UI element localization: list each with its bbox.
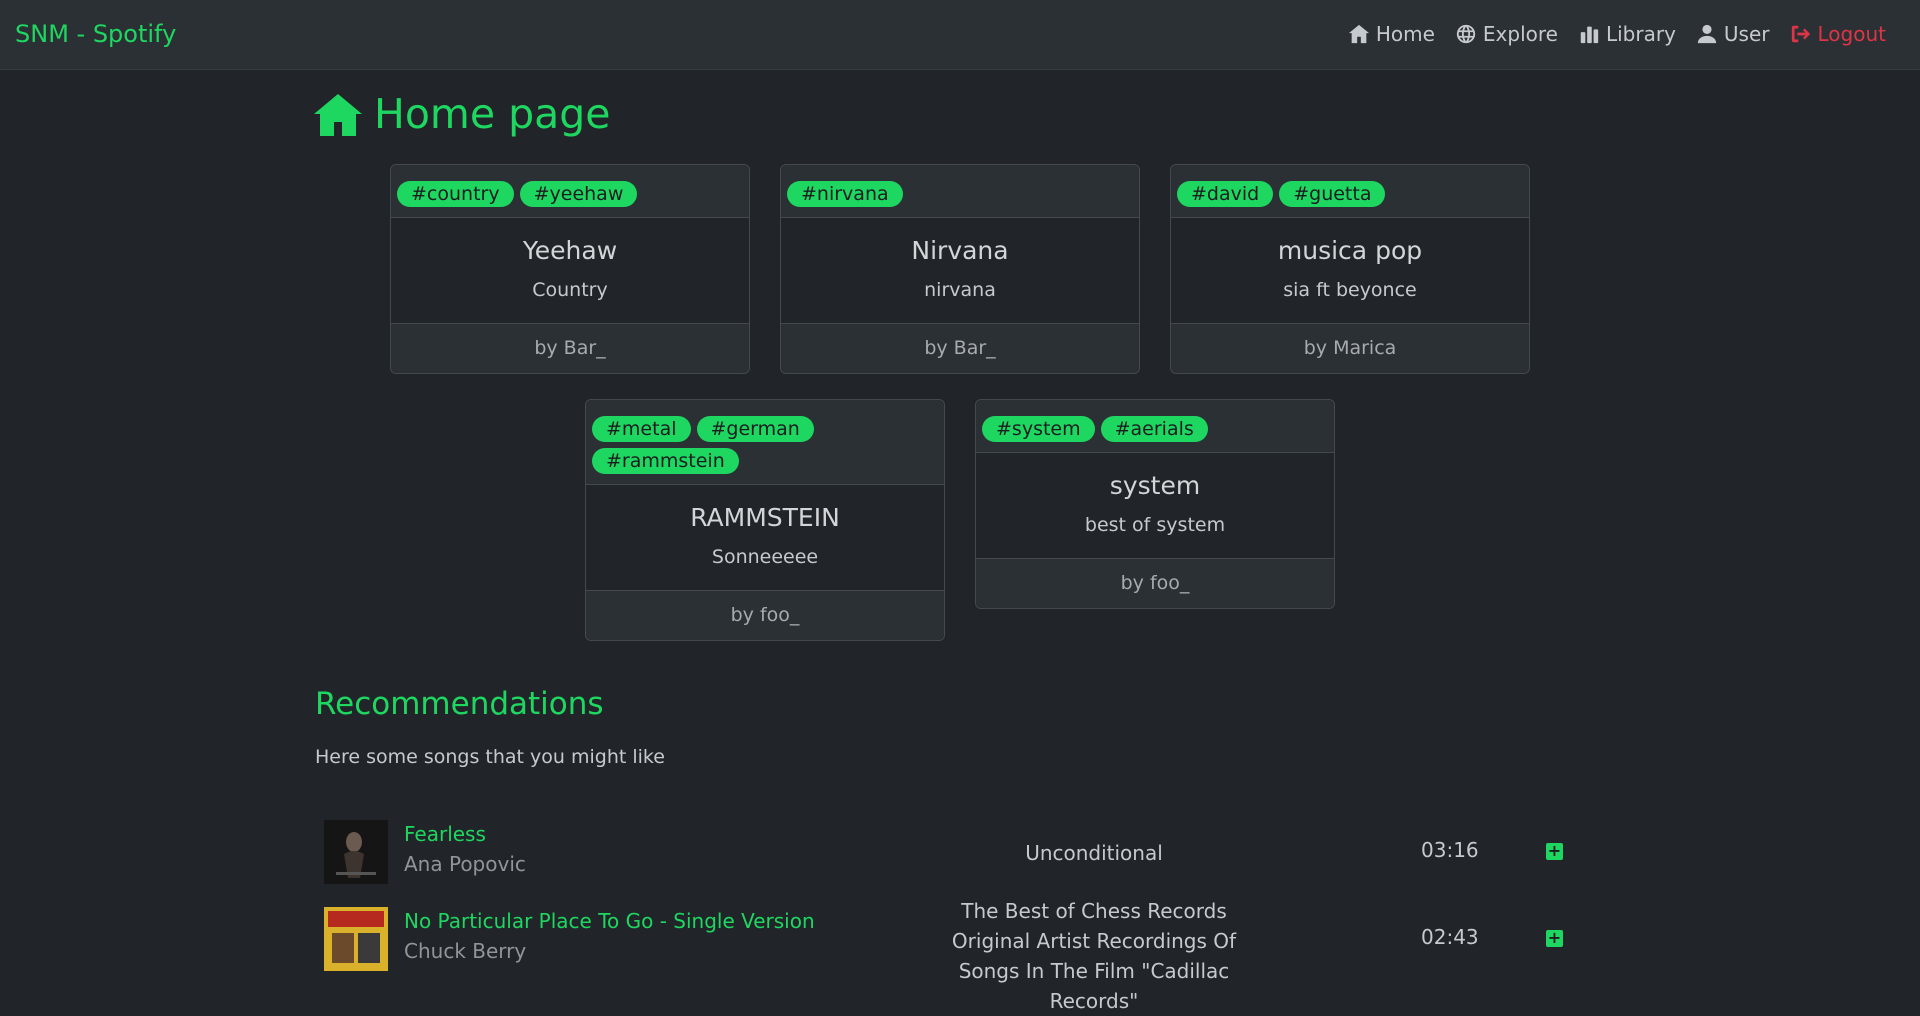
page-title: Home page	[314, 90, 611, 138]
tag-badge[interactable]: #rammstein	[592, 448, 739, 474]
playlist-description: Country	[532, 279, 608, 301]
playlist-card[interactable]: #metal #german #rammstein RAMMSTEIN Sonn…	[585, 399, 945, 641]
card-tags: #system #aerials	[976, 400, 1334, 453]
nav-explore-label: Explore	[1482, 22, 1558, 46]
song-artist: Ana Popovic	[404, 852, 526, 876]
card-body: Yeehaw Country	[391, 218, 749, 323]
card-tags: #david #guetta	[1171, 165, 1529, 218]
navbar: SNM - Spotify Home Explore Library User …	[0, 0, 1920, 70]
playlist-description: best of system	[1084, 514, 1226, 536]
tag-badge[interactable]: #german	[696, 416, 814, 442]
playlist-title: Nirvana	[911, 236, 1009, 265]
nav-user[interactable]: User	[1696, 22, 1770, 46]
playlist-author: by Marica	[1171, 323, 1529, 373]
globe-icon	[1456, 24, 1476, 44]
playlist-description: Sonneeeee	[711, 546, 819, 568]
nav-logout[interactable]: Logout	[1790, 22, 1886, 46]
tag-badge[interactable]: #metal	[592, 416, 691, 442]
playlist-author: by Bar_	[781, 323, 1139, 373]
album-cover	[324, 820, 388, 884]
add-song-button[interactable]: +	[1546, 843, 1563, 860]
album-cover	[324, 907, 388, 971]
logout-icon	[1791, 25, 1810, 43]
playlist-author: by Bar_	[391, 323, 749, 373]
playlist-title: system	[1109, 471, 1201, 500]
home-icon	[1348, 24, 1369, 44]
playlist-title: RAMMSTEIN	[690, 503, 840, 532]
card-body: Nirvana nirvana	[781, 218, 1139, 323]
card-body: musica pop sia ft beyonce	[1171, 218, 1529, 323]
playlist-card[interactable]: #system #aerials system best of system b…	[975, 399, 1335, 609]
recommendations-subtitle: Here some songs that you might like	[315, 746, 665, 768]
playlist-card[interactable]: #nirvana Nirvana nirvana by Bar_	[780, 164, 1140, 374]
playlist-description: nirvana	[924, 279, 996, 301]
tag-badge[interactable]: #country	[397, 181, 514, 207]
card-body: RAMMSTEIN Sonneeeee	[586, 485, 944, 590]
song-row: Fearless Ana Popovic Unconditional 03:16…	[324, 820, 1564, 888]
tag-badge[interactable]: #aerials	[1100, 416, 1208, 442]
nav-home-label: Home	[1375, 22, 1435, 46]
tag-badge[interactable]: #nirvana	[787, 181, 903, 207]
song-row: No Particular Place To Go - Single Versi…	[324, 899, 1564, 1013]
nav-user-label: User	[1723, 22, 1770, 46]
tag-badge[interactable]: #yeehaw	[519, 181, 638, 207]
page-title-text: Home page	[374, 90, 611, 138]
song-album: The Best of Chess Records Original Artis…	[951, 899, 1237, 1013]
playlist-author: by foo_	[976, 558, 1334, 608]
brand-link[interactable]: SNM - Spotify	[15, 20, 176, 48]
playlist-title: Yeehaw	[522, 236, 618, 265]
playlist-title: musica pop	[1277, 236, 1423, 265]
song-artist: Chuck Berry	[404, 939, 527, 963]
bar-chart-icon	[1580, 26, 1599, 44]
home-icon	[314, 94, 362, 136]
playlist-card[interactable]: #country #yeehaw Yeehaw Country by Bar_	[390, 164, 750, 374]
nav-logout-label: Logout	[1817, 22, 1886, 46]
playlist-card[interactable]: #david #guetta musica pop sia ft beyonce…	[1170, 164, 1530, 374]
song-duration: 03:16	[1421, 838, 1479, 862]
tag-badge[interactable]: #system	[982, 416, 1095, 442]
tag-badge[interactable]: #david	[1177, 181, 1274, 207]
nav-library[interactable]: Library	[1578, 22, 1676, 46]
playlist-author: by foo_	[586, 590, 944, 640]
nav-explore[interactable]: Explore	[1455, 22, 1558, 46]
recommendations-title: Recommendations	[315, 686, 604, 722]
card-tags: #metal #german #rammstein	[586, 400, 944, 485]
nav-home[interactable]: Home	[1348, 22, 1435, 46]
tag-badge[interactable]: #guetta	[1279, 181, 1386, 207]
song-duration: 02:43	[1421, 925, 1479, 949]
card-tags: #nirvana	[781, 165, 1139, 218]
song-title-link[interactable]: Fearless	[404, 822, 486, 846]
song-album: Unconditional	[1025, 841, 1163, 865]
playlist-description: sia ft beyonce	[1283, 279, 1417, 301]
card-tags: #country #yeehaw	[391, 165, 749, 218]
add-song-button[interactable]: +	[1546, 930, 1563, 947]
nav-menu: Home Explore Library User Logout	[1348, 22, 1886, 46]
user-icon	[1697, 24, 1717, 44]
nav-library-label: Library	[1605, 22, 1676, 46]
song-title-link[interactable]: No Particular Place To Go - Single Versi…	[404, 909, 815, 933]
card-body: system best of system	[976, 453, 1334, 558]
